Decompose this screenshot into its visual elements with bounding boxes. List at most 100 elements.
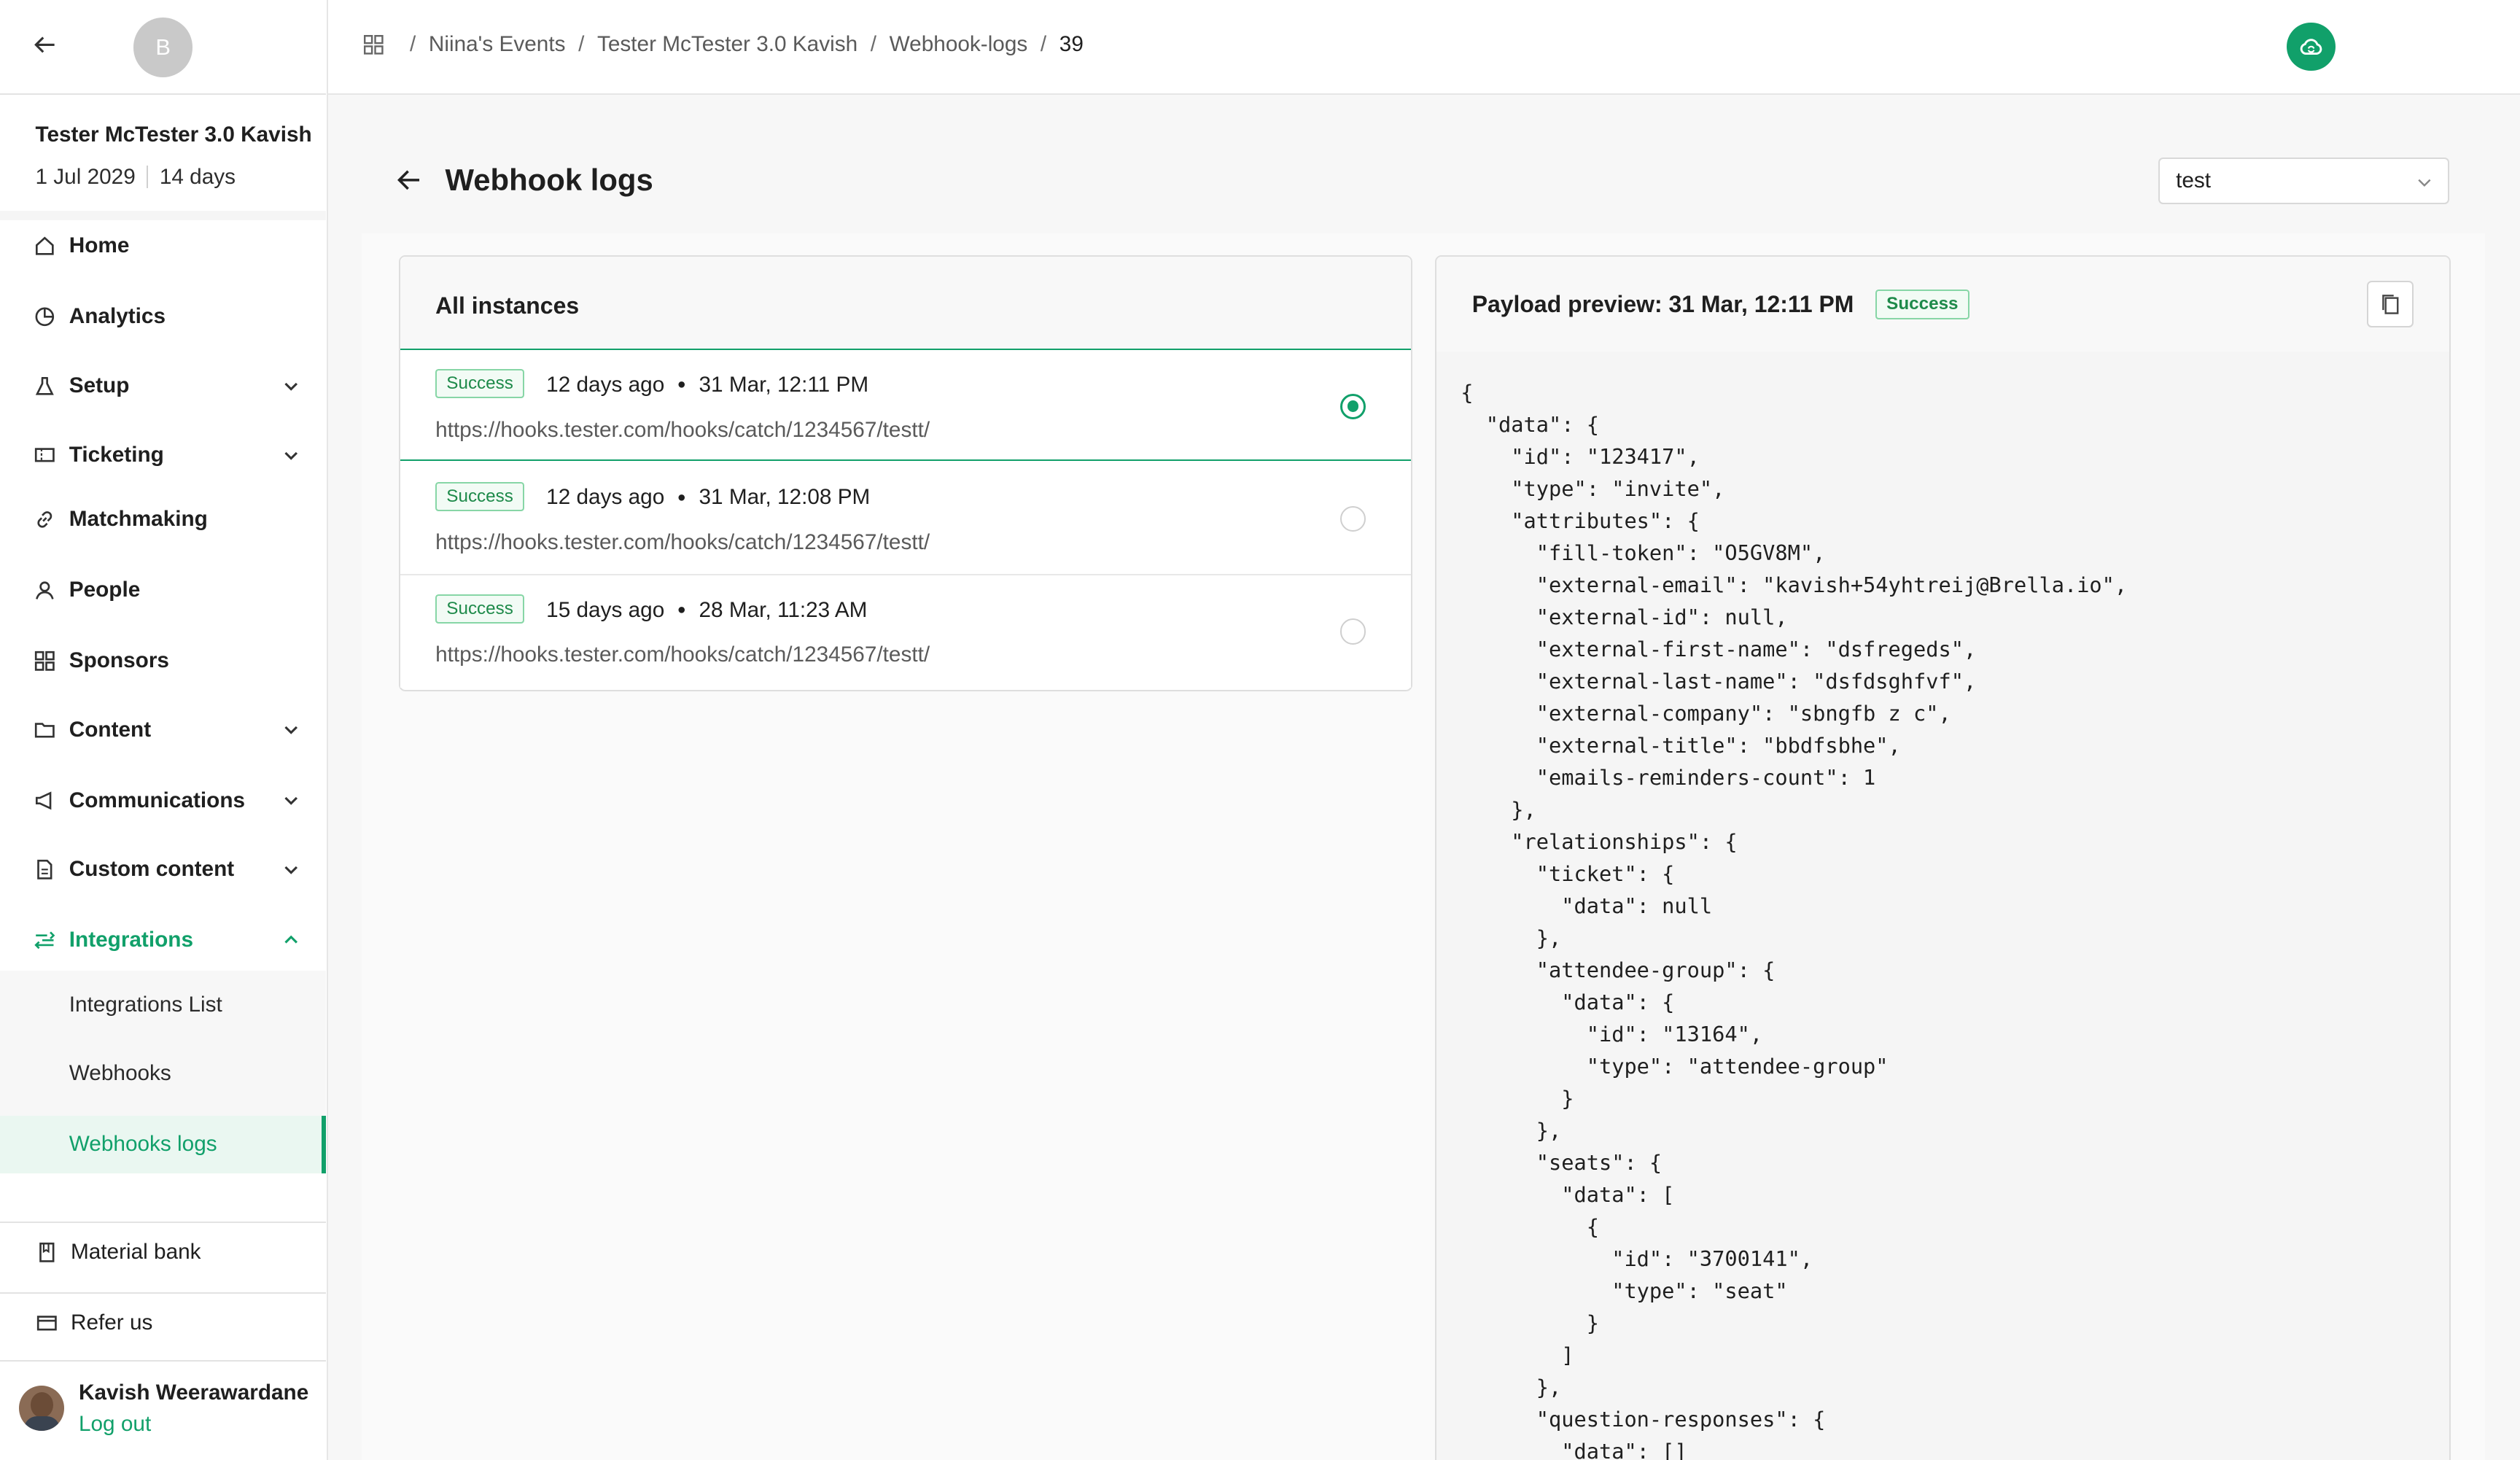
- instance-row[interactable]: Success 15 days ago ● 28 Mar, 11:23 AM h…: [400, 575, 1411, 688]
- instance-timestamp: 28 Mar, 11:23 AM: [699, 597, 868, 622]
- chevron-down-icon: [284, 451, 298, 460]
- payload-code[interactable]: { "data": { "id": "123417", "type": "inv…: [1436, 352, 2450, 1460]
- instances-heading: All instances: [400, 257, 1412, 351]
- instance-radio[interactable]: [1339, 506, 1366, 532]
- sidebar-item-communications[interactable]: Communications: [0, 766, 326, 834]
- sidebar-item-setup[interactable]: Setup: [0, 352, 326, 420]
- person-icon: [34, 578, 56, 601]
- bullet-separator: ●: [677, 602, 686, 618]
- code-line: },: [1461, 925, 1562, 950]
- instance-radio[interactable]: [1339, 393, 1366, 419]
- sidebar-item-material-bank[interactable]: Material bank: [0, 1217, 326, 1288]
- status-badge: Success: [1875, 289, 1969, 320]
- user-text: Kavish Weerawardane Log out: [79, 1381, 308, 1460]
- breadcrumb-item[interactable]: Niina's Events: [429, 32, 566, 57]
- breadcrumb-item[interactable]: Tester McTester 3.0 Kavish: [597, 32, 858, 57]
- chevron-down-icon: [2418, 179, 2431, 187]
- code-line: },: [1461, 1117, 1562, 1143]
- sidebar-item-custom-content[interactable]: Custom content: [0, 836, 326, 904]
- code-line: },: [1461, 796, 1536, 822]
- copy-button[interactable]: [2367, 281, 2414, 328]
- sidebar-item-people[interactable]: People: [0, 556, 326, 624]
- event-meta: 1 Jul 2029 14 days: [35, 165, 326, 190]
- status-badge: Success: [435, 369, 525, 399]
- breadcrumb-item[interactable]: Webhook-logs: [890, 32, 1028, 57]
- event-summary: Tester McTester 3.0 Kavish 1 Jul 2029 14…: [0, 95, 326, 217]
- chevron-down-icon: [284, 382, 298, 391]
- folder-icon: [34, 718, 56, 741]
- code-line: "external-last-name": "dsfdsghfvf",: [1461, 668, 1977, 694]
- sidebar-subitem-webhooks[interactable]: Webhooks: [0, 1045, 326, 1103]
- page: B Tester McTester 3.0 Kavish 1 Jul 2029 …: [0, 0, 2520, 1460]
- code-line: ]: [1461, 1342, 1574, 1367]
- code-line: "external-first-name": "dsfregeds",: [1461, 636, 1977, 661]
- sidebar-item-label: People: [69, 577, 141, 602]
- breadcrumb-separator: /: [870, 32, 877, 57]
- sidebar-item-label: Custom content: [69, 857, 235, 882]
- back-arrow-icon[interactable]: [29, 29, 61, 61]
- code-line: "external-id": null,: [1461, 604, 1788, 629]
- code-line: "attendee-group": {: [1461, 957, 1776, 982]
- breadcrumb-separator: /: [1040, 32, 1047, 57]
- code-line: }: [1461, 1310, 1599, 1335]
- avatar[interactable]: B: [133, 18, 193, 77]
- sidebar-item-label: Integrations: [69, 928, 193, 952]
- chevron-down-icon: [284, 866, 298, 874]
- flask-icon: [34, 375, 56, 397]
- card-icon: [35, 1312, 58, 1335]
- webhook-select[interactable]: test: [2158, 157, 2450, 204]
- bullet-separator: ●: [677, 489, 686, 505]
- code-line: "question-responses": {: [1461, 1407, 1826, 1432]
- code-line: "fill-token": "O5GV8M",: [1461, 540, 1826, 565]
- cloud-sync-button[interactable]: [2287, 22, 2336, 71]
- sidebar-item-sponsors[interactable]: Sponsors: [0, 627, 326, 695]
- sidebar-subitem-webhooks-logs[interactable]: Webhooks logs: [0, 1115, 327, 1173]
- logout-link[interactable]: Log out: [79, 1412, 151, 1437]
- code-line: "id": "3700141",: [1461, 1246, 1813, 1271]
- event-name: Tester McTester 3.0 Kavish: [35, 122, 312, 147]
- instance-url: https://hooks.tester.com/hooks/catch/123…: [435, 530, 930, 555]
- ticket-icon: [34, 443, 56, 466]
- sidebar-item-ticketing[interactable]: Ticketing: [0, 421, 326, 489]
- integrations-submenu: Integrations List Webhooks Webhooks logs: [0, 971, 327, 1173]
- back-arrow-icon[interactable]: [395, 166, 424, 195]
- sidebar-item-label: Material bank: [70, 1239, 201, 1264]
- chevron-down-icon: [284, 797, 298, 806]
- sidebar-item-refer-us[interactable]: Refer us: [0, 1287, 326, 1358]
- apps-grid-icon[interactable]: [363, 34, 384, 55]
- top-bar: / Niina's Events / Tester McTester 3.0 K…: [327, 0, 2520, 96]
- bullet-separator: ●: [677, 376, 686, 393]
- megaphone-icon: [34, 789, 56, 812]
- home-icon: [34, 235, 56, 257]
- instance-row[interactable]: Success 12 days ago ● 31 Mar, 12:08 PM h…: [400, 462, 1411, 575]
- sidebar-item-matchmaking[interactable]: Matchmaking: [0, 486, 326, 554]
- document-icon: [34, 858, 56, 881]
- sidebar-item-label: Analytics: [69, 304, 166, 329]
- user-avatar[interactable]: [19, 1385, 65, 1431]
- breadcrumb-separator: /: [410, 32, 416, 57]
- sidebar-item-content[interactable]: Content: [0, 696, 326, 764]
- event-date: 1 Jul 2029: [35, 164, 136, 189]
- cloud-sync-icon: [2300, 39, 2322, 55]
- sidebar-item-integrations[interactable]: Integrations: [0, 906, 326, 974]
- instance-time: 15 days ago ● 28 Mar, 11:23 AM: [546, 598, 867, 623]
- instance-ago: 15 days ago: [546, 597, 665, 622]
- sidebar-item-home[interactable]: Home: [0, 212, 326, 280]
- payload-preview-header: Payload preview: 31 Mar, 12:11 PM Succes…: [1436, 257, 2450, 352]
- instance-radio[interactable]: [1339, 618, 1366, 645]
- sidebar-item-label: Home: [69, 233, 130, 258]
- code-line: "data": {: [1461, 411, 1599, 437]
- code-line: {: [1461, 379, 1474, 405]
- divider: [147, 166, 149, 189]
- link-icon: [34, 508, 56, 530]
- integrations-icon: [34, 929, 56, 952]
- code-line: }: [1461, 1085, 1574, 1111]
- sidebar-item-analytics[interactable]: Analytics: [0, 283, 326, 351]
- payload-preview: Payload preview: 31 Mar, 12:11 PM Succes…: [1435, 255, 2451, 1460]
- instance-row[interactable]: Success 12 days ago ● 31 Mar, 12:11 PM h…: [400, 349, 1411, 462]
- sidebar-subitem-integrations-list[interactable]: Integrations List: [0, 976, 326, 1033]
- instance-time: 12 days ago ● 31 Mar, 12:11 PM: [546, 373, 868, 397]
- event-duration: 14 days: [159, 164, 236, 189]
- sidebar-item-label: Refer us: [70, 1310, 153, 1335]
- code-line: "emails-reminders-count": 1: [1461, 764, 1876, 790]
